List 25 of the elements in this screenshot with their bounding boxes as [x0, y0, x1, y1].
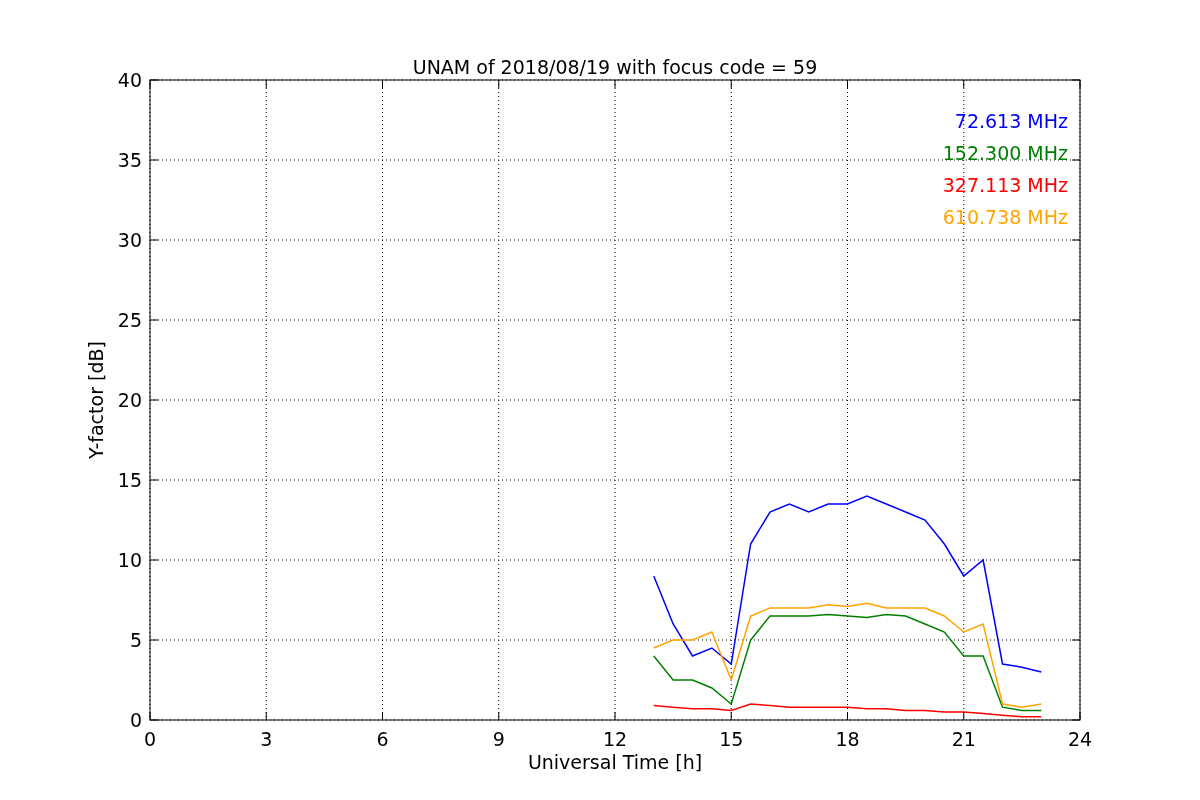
tick-label: 10: [117, 549, 142, 571]
legend-label: 152.300 MHz: [942, 142, 1068, 164]
tick-label: 9: [492, 728, 505, 750]
y-axis-label: Y-factor [dB]: [85, 341, 107, 459]
tick-label: 30: [117, 229, 142, 251]
x-axis-label: Universal Time [h]: [527, 751, 703, 773]
tick-label: 15: [719, 728, 744, 750]
legend-label: 72.613 MHz: [954, 110, 1068, 132]
tick-label: 6: [376, 728, 389, 750]
tick-label: 15: [117, 469, 142, 491]
tick-label: 20: [117, 389, 142, 411]
tick-label: 21: [951, 728, 976, 750]
tick-label: 3: [260, 728, 273, 750]
tick-label: 40: [117, 69, 142, 91]
tick-label: 24: [1067, 728, 1093, 750]
legend-label: 610.738 MHz: [942, 206, 1068, 228]
tick-label: 0: [129, 709, 142, 731]
chart-title: UNAM of 2018/08/19 with focus code = 59: [412, 56, 818, 78]
tick-label: 18: [835, 728, 860, 750]
tick-label: 25: [117, 309, 142, 331]
tick-label: 12: [602, 728, 628, 750]
tick-label: 5: [129, 629, 142, 651]
tick-label: 0: [143, 728, 157, 750]
tick-label: 35: [117, 149, 142, 171]
legend-label: 327.113 MHz: [942, 174, 1068, 196]
